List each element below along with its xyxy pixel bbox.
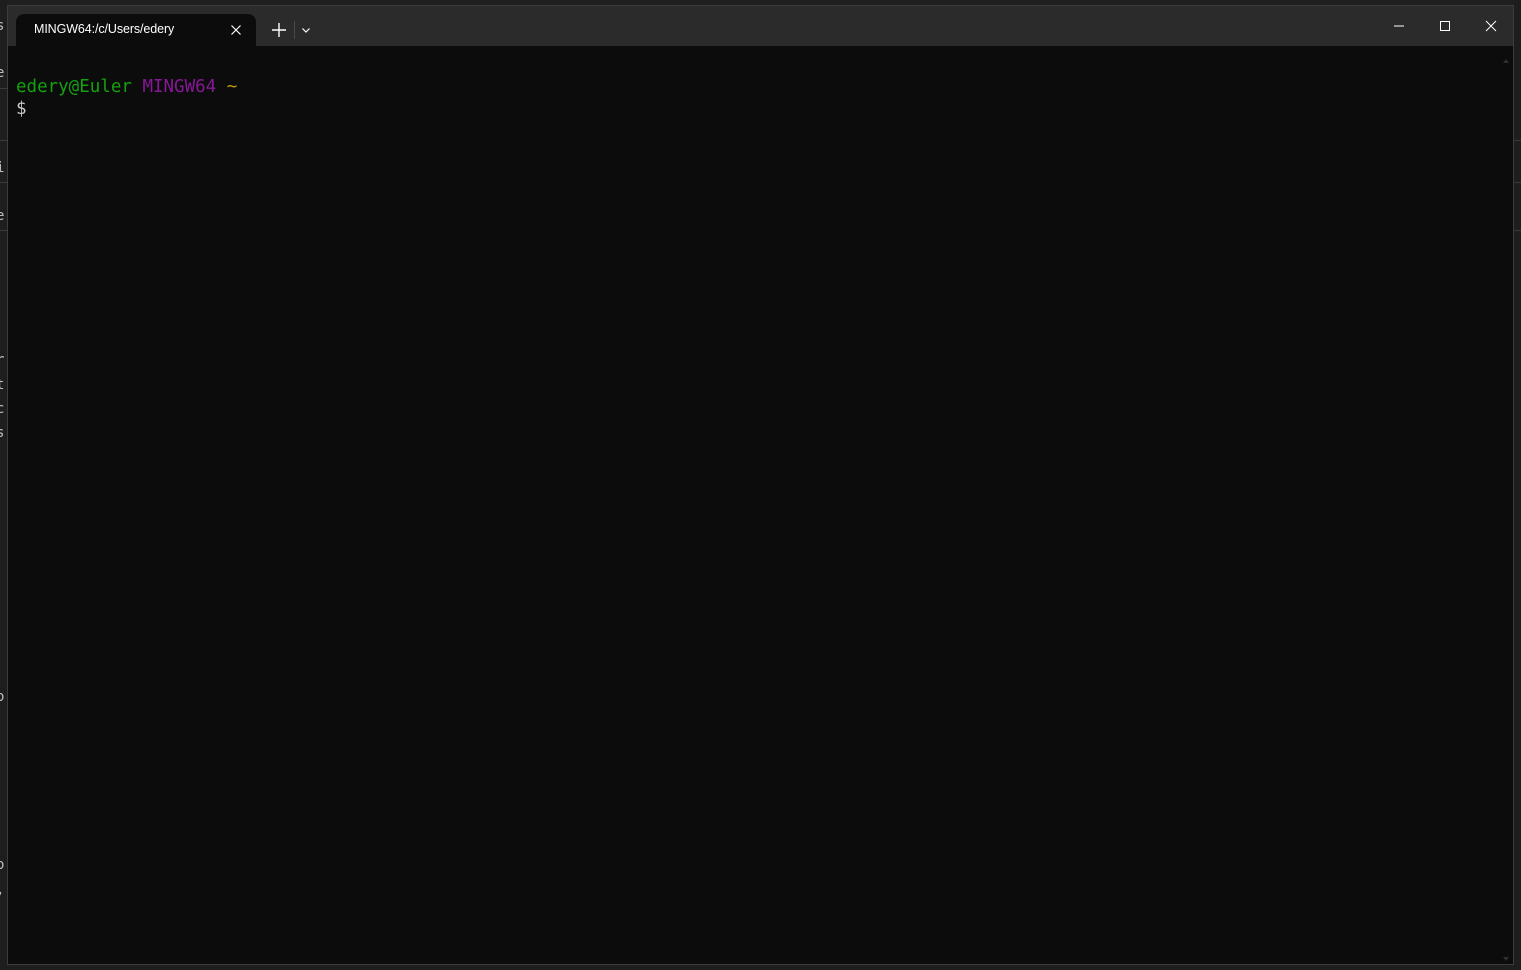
background-divider	[1514, 140, 1521, 141]
close-icon[interactable]	[228, 22, 244, 38]
close-icon[interactable]	[1468, 6, 1513, 46]
scrollbar[interactable]	[1499, 46, 1513, 964]
prompt-header: edery@Euler MINGW64 ~	[16, 76, 1501, 98]
maximize-icon[interactable]	[1422, 6, 1468, 46]
prompt-input-line[interactable]: $	[16, 98, 1501, 120]
background-window-edge-bottom	[0, 965, 1521, 970]
background-glyph: r	[0, 352, 5, 368]
background-glyph: o	[0, 689, 5, 705]
background-divider	[1514, 182, 1521, 183]
background-glyph: s	[0, 425, 5, 441]
prompt-symbol: $	[16, 99, 27, 119]
background-glyph: i	[0, 160, 5, 176]
background-glyph: c	[0, 401, 5, 417]
background-glyph: ,	[0, 882, 4, 898]
terminal-output[interactable]: edery@Euler MINGW64 ~ $	[8, 46, 1501, 964]
background-glyph: e	[0, 65, 5, 81]
scroll-down-icon[interactable]	[1502, 950, 1510, 961]
minimize-icon[interactable]	[1376, 6, 1422, 46]
tab-separator	[294, 21, 295, 39]
background-window-edge-right	[1514, 0, 1521, 970]
tab-mingw64[interactable]: MINGW64:/c/Users/edery	[16, 14, 256, 46]
prompt-shell: MINGW64	[142, 77, 217, 97]
prompt-user-host: edery@Euler	[16, 77, 132, 97]
terminal-window: MINGW64:/c/Users/edery edery@Euler MINGW…	[7, 5, 1514, 965]
background-glyph: o	[0, 857, 5, 873]
plus-icon[interactable]	[267, 20, 291, 40]
title-bar[interactable]: MINGW64:/c/Users/edery	[8, 6, 1513, 46]
tab-title: MINGW64:/c/Users/edery	[34, 22, 175, 36]
background-glyph: s	[0, 18, 5, 34]
prompt-cwd: ~	[226, 77, 238, 97]
background-glyph: t	[0, 377, 5, 393]
background-glyph: e	[0, 208, 5, 224]
scroll-up-icon[interactable]	[1502, 52, 1510, 63]
chevron-down-icon[interactable]	[298, 22, 314, 38]
background-divider	[1514, 230, 1521, 231]
